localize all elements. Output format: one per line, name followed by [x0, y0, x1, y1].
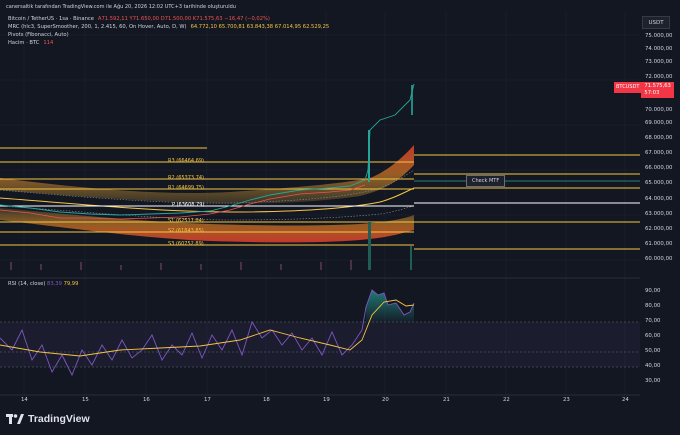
pivot-label-r1: R1 (64699.75): [168, 185, 205, 191]
symbol-name: Bitcoin / TetherUS · 1sa · Binance: [8, 16, 94, 22]
rsi-legend[interactable]: RSI (14, close) 83,39 79,99: [8, 281, 78, 287]
mrc-legend[interactable]: MRC (hlc3, SuperSmoother, 200, 1, 2.415,…: [8, 24, 329, 30]
x-axis-label: 18: [263, 397, 270, 403]
ohlc-values: A71.592,11 Y71.650,00 D71.500,00 K71.575…: [97, 16, 270, 22]
rsi-axis-label: 70,00: [645, 318, 661, 324]
price-axis-label: 73.000,00: [645, 59, 673, 65]
volume-indicator-name: Hacim · BTC: [8, 40, 40, 46]
price-axis-label: 68.000,00: [645, 135, 673, 141]
x-axis-label: 23: [563, 397, 570, 403]
price-axis-label: 62.000,00: [645, 226, 673, 232]
price-axis-label: 61.000,00: [645, 241, 673, 247]
rsi-indicator-name: RSI (14, close): [8, 281, 46, 287]
x-axis-label: 15: [82, 397, 89, 403]
x-axis-label: 14: [21, 397, 28, 403]
price-axis-label: 65.000,00: [645, 180, 673, 186]
price-axis-label: 63.000,00: [645, 211, 673, 217]
rsi-ma-value: 79,99: [63, 281, 79, 287]
price-axis-label: 67.000,00: [645, 150, 673, 156]
pivot-label-r3: R3 (66464.69): [168, 158, 205, 164]
rsi-axis-label: 30,00: [645, 378, 661, 384]
price-axis-label: 72.000,00: [645, 74, 673, 80]
volume-bar-last: [410, 246, 412, 270]
x-axis-label: 20: [382, 397, 389, 403]
x-axis-label: 19: [323, 397, 330, 403]
check-mtf-annotation[interactable]: Check MTF: [466, 175, 506, 187]
current-price: 71.575,63: [644, 83, 671, 89]
tradingview-logo[interactable]: TradingView: [6, 413, 90, 425]
price-axis-label: 74.000,00: [645, 46, 673, 52]
pivot-label-r2: R2 (65373.74): [168, 175, 205, 181]
rsi-axis-label: 50,00: [645, 348, 661, 354]
current-price-tag: BTCUSDT 71.575,63 57:03: [614, 82, 674, 98]
pivots-legend[interactable]: Pivots (Fibonacci, Auto): [8, 32, 69, 38]
current-price-box: 71.575,63 57:03: [641, 82, 674, 98]
price-axis-label: 60.000,00: [645, 256, 673, 262]
price-axis-label: 66.000,00: [645, 165, 673, 171]
x-axis-label: 22: [503, 397, 510, 403]
mrc-indicator-name: MRC (hlc3, SuperSmoother, 200, 1, 2.415,…: [8, 24, 187, 30]
x-axis-label: 21: [443, 397, 450, 403]
rsi-axis-label: 90,00: [645, 288, 661, 294]
pivots-indicator-name: Pivots (Fibonacci, Auto): [8, 32, 69, 38]
tradingview-logo-text: TradingView: [28, 413, 90, 425]
pivot-label-p: P (63608.79): [172, 202, 205, 208]
price-axis-label: 64.000,00: [645, 196, 673, 202]
rsi-axis-label: 60,00: [645, 333, 661, 339]
price-axis-label: 69.000,00: [645, 120, 673, 126]
current-symbol: BTCUSDT: [614, 82, 642, 93]
x-axis-label: 24: [622, 397, 629, 403]
volume-bar-spike: [368, 222, 371, 270]
tradingview-logo-icon: [6, 414, 24, 424]
symbol-legend[interactable]: Bitcoin / TetherUS · 1sa · Binance A71.5…: [8, 16, 270, 22]
pivot-label-s2: S2 (61843.85): [168, 228, 204, 234]
pivot-label-s3: S3 (60752.89): [168, 241, 204, 247]
price-axis-label: 75.000,00: [645, 33, 673, 39]
price-axis-label: 70.000,00: [645, 107, 673, 113]
volume-legend[interactable]: Hacim · BTC 114: [8, 40, 53, 46]
mrc-indicator-values: 64.772,10 65.700,81 63.843,38 67.014,95 …: [190, 24, 330, 30]
chart-canvas[interactable]: [0, 0, 680, 435]
currency-button[interactable]: USDT: [642, 16, 670, 29]
volume-bars: [10, 260, 352, 270]
rsi-axis-label: 40,00: [645, 363, 661, 369]
volume-indicator-value: 114: [43, 40, 54, 46]
pivot-label-s1: S1 (62517.84): [168, 218, 204, 224]
chart-caption: canersaltik tarafından TradingView.com i…: [6, 4, 236, 10]
x-axis-label: 16: [143, 397, 150, 403]
rsi-band: [0, 322, 640, 367]
rsi-axis-label: 80,00: [645, 303, 661, 309]
x-axis-label: 17: [204, 397, 211, 403]
candle-countdown: 57:03: [644, 90, 660, 96]
rsi-value: 83,39: [47, 281, 62, 287]
